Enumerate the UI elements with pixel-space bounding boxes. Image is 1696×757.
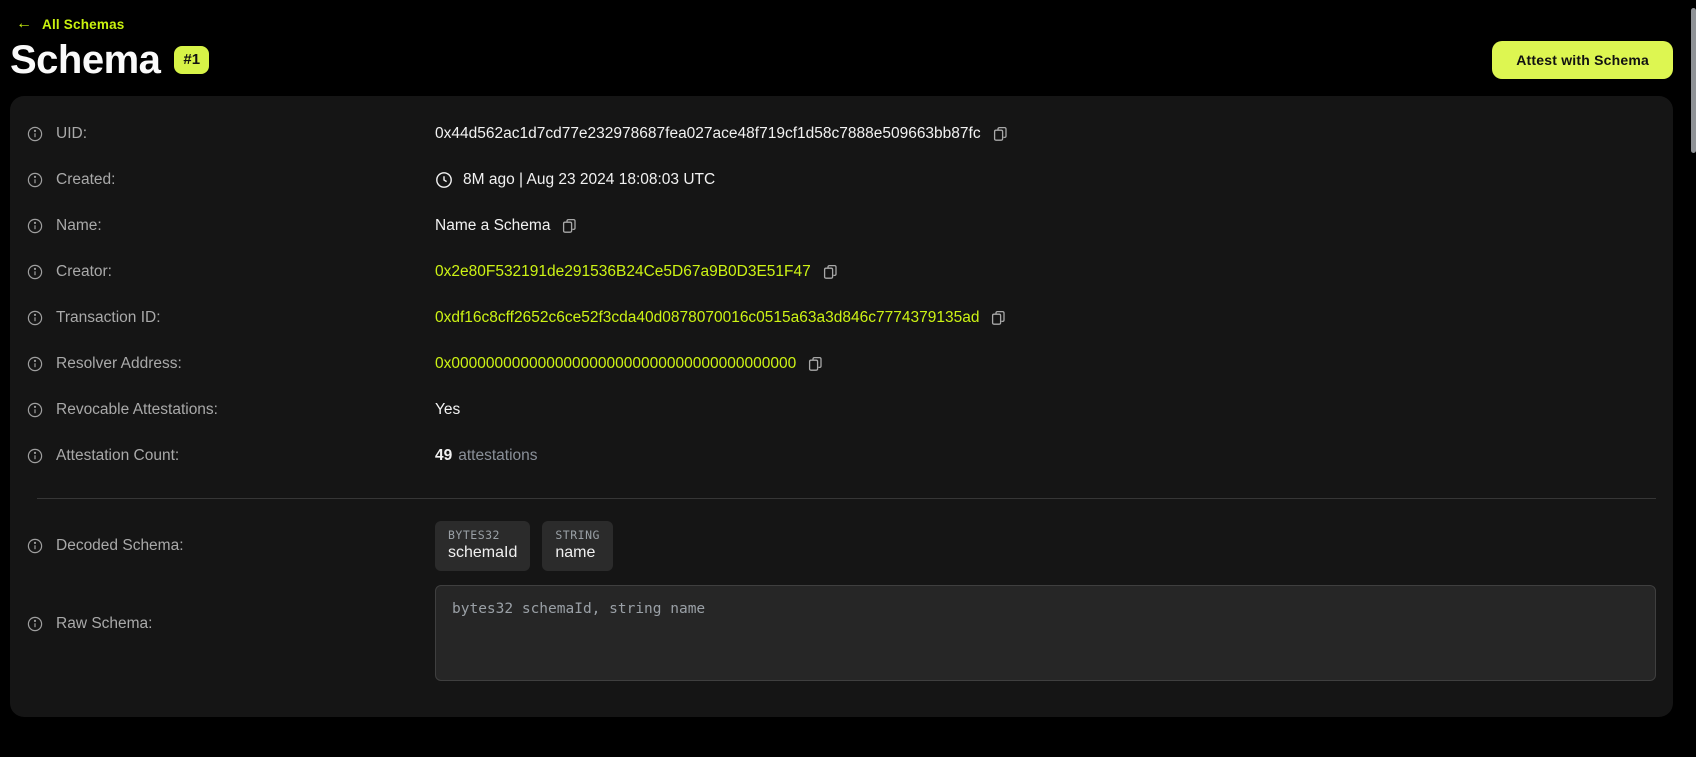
- revocable-attestations-label: Revocable Attestations:: [56, 401, 218, 419]
- schema-field-bytes32-schemaid: BYTES32 schemaId: [435, 521, 530, 571]
- decoded-schema-row: Decoded Schema: BYTES32 schemaId STRING …: [27, 521, 1656, 571]
- schema-number-badge: #1: [174, 46, 209, 74]
- field-name: schemaId: [448, 544, 517, 562]
- copy-icon[interactable]: [823, 264, 838, 280]
- field-type: BYTES32: [448, 528, 517, 542]
- info-icon[interactable]: [27, 356, 43, 372]
- revocable-value: Yes: [435, 401, 460, 419]
- info-icon[interactable]: [27, 218, 43, 234]
- creator-label: Creator:: [56, 263, 112, 281]
- resolver-address-row: Resolver Address: 0x00000000000000000000…: [27, 350, 1656, 378]
- attest-with-schema-button[interactable]: Attest with Schema: [1492, 41, 1673, 79]
- title-row: Schema #1 Attest with Schema: [10, 38, 1673, 82]
- revocable-attestations-row: Revocable Attestations: Yes: [27, 396, 1656, 424]
- uid-label: UID:: [56, 125, 87, 143]
- created-value: 8M ago | Aug 23 2024 18:08:03 UTC: [463, 171, 715, 189]
- resolver-address-label: Resolver Address:: [56, 355, 182, 373]
- attestation-count-label: Attestation Count:: [56, 447, 179, 465]
- name-value: Name a Schema: [435, 217, 550, 235]
- attestations-link[interactable]: attestations: [458, 447, 537, 465]
- section-divider: [37, 498, 1656, 499]
- clock-icon: [435, 171, 453, 189]
- copy-icon[interactable]: [808, 356, 823, 372]
- transaction-id-row: Transaction ID: 0xdf16c8cff2652c6ce52f3c…: [27, 304, 1656, 332]
- name-label: Name:: [56, 217, 102, 235]
- creator-row: Creator: 0x2e80F532191de291536B24Ce5D67a…: [27, 258, 1656, 286]
- uid-row: UID: 0x44d562ac1d7cd77e232978687fea027ac…: [27, 120, 1656, 148]
- created-row: Created: 8M ago | Aug 23 2024 18:08:03 U…: [27, 166, 1656, 194]
- page-title: Schema: [10, 38, 160, 82]
- schema-field-string-name: STRING name: [542, 521, 613, 571]
- info-icon[interactable]: [27, 126, 43, 142]
- transaction-id-link[interactable]: 0xdf16c8cff2652c6ce52f3cda40d0878070016c…: [435, 309, 979, 327]
- attestation-count-row: Attestation Count: 49 attestations: [27, 442, 1656, 470]
- vertical-scrollbar[interactable]: [1691, 8, 1696, 153]
- back-to-all-schemas-link[interactable]: ← All Schemas: [16, 16, 1673, 32]
- info-icon[interactable]: [27, 538, 43, 554]
- info-icon[interactable]: [27, 310, 43, 326]
- field-type: STRING: [555, 528, 600, 542]
- raw-schema-label: Raw Schema:: [56, 615, 152, 633]
- raw-schema-row: Raw Schema: bytes32 schemaId, string nam…: [27, 585, 1656, 681]
- schema-field-badges: BYTES32 schemaId STRING name: [435, 521, 613, 571]
- schema-details-panel: UID: 0x44d562ac1d7cd77e232978687fea027ac…: [10, 96, 1673, 717]
- copy-icon[interactable]: [991, 310, 1006, 326]
- info-icon[interactable]: [27, 616, 43, 632]
- back-link-label: All Schemas: [42, 17, 125, 32]
- creator-address-link[interactable]: 0x2e80F532191de291536B24Ce5D67a9B0D3E51F…: [435, 263, 811, 281]
- decoded-schema-label: Decoded Schema:: [56, 537, 184, 555]
- attestation-count-value: 49: [435, 447, 452, 465]
- uid-value: 0x44d562ac1d7cd77e232978687fea027ace48f7…: [435, 125, 981, 143]
- arrow-left-icon: ←: [16, 16, 32, 32]
- transaction-id-label: Transaction ID:: [56, 309, 161, 327]
- resolver-address-link[interactable]: 0x00000000000000000000000000000000000000…: [435, 355, 796, 373]
- info-icon[interactable]: [27, 448, 43, 464]
- info-icon[interactable]: [27, 402, 43, 418]
- raw-schema-textarea[interactable]: bytes32 schemaId, string name: [435, 585, 1656, 681]
- copy-icon[interactable]: [562, 218, 577, 234]
- created-label: Created:: [56, 171, 115, 189]
- copy-icon[interactable]: [993, 126, 1008, 142]
- field-name: name: [555, 544, 600, 562]
- info-icon[interactable]: [27, 264, 43, 280]
- info-icon[interactable]: [27, 172, 43, 188]
- name-row: Name: Name a Schema: [27, 212, 1656, 240]
- schema-page: ← All Schemas Schema #1 Attest with Sche…: [0, 0, 1696, 717]
